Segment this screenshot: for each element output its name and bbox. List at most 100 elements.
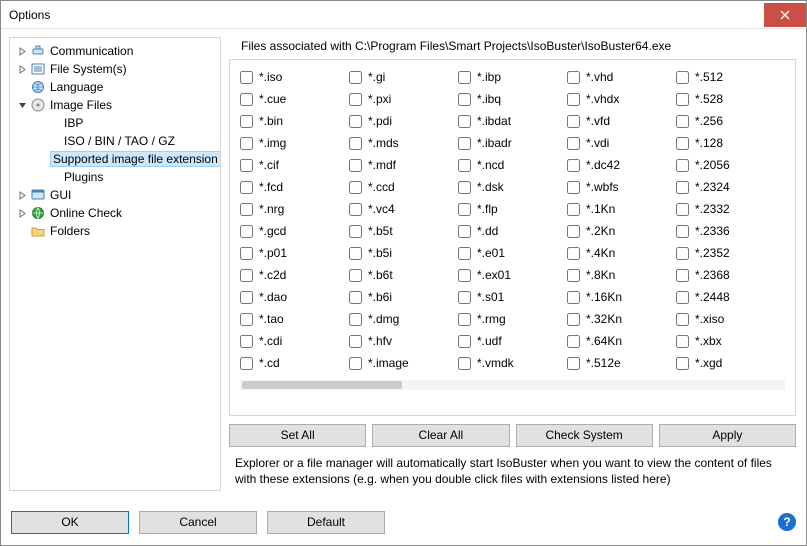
ext-item[interactable]: *.16Kn	[567, 286, 676, 308]
close-button[interactable]	[764, 3, 806, 27]
ext-item[interactable]: *.vdi	[567, 132, 676, 154]
chevron-right-icon[interactable]	[16, 65, 28, 74]
chevron-right-icon[interactable]	[16, 209, 28, 218]
ext-item[interactable]: *.ibdat	[458, 110, 567, 132]
ext-item[interactable]: *.2448	[676, 286, 785, 308]
ext-item[interactable]: *.2336	[676, 220, 785, 242]
ext-item[interactable]: *.vmdk	[458, 352, 567, 374]
ext-item[interactable]: *.128	[676, 132, 785, 154]
ext-item[interactable]: *.dc42	[567, 154, 676, 176]
ext-checkbox[interactable]	[349, 181, 362, 194]
ext-item[interactable]: *.fcd	[240, 176, 349, 198]
ext-checkbox[interactable]	[567, 313, 580, 326]
ext-checkbox[interactable]	[240, 137, 253, 150]
ext-item[interactable]: *.ex01	[458, 264, 567, 286]
chevron-right-icon[interactable]	[16, 191, 28, 200]
ext-item[interactable]: *.2368	[676, 264, 785, 286]
ext-item[interactable]: *.512	[676, 66, 785, 88]
ext-checkbox[interactable]	[349, 159, 362, 172]
help-icon[interactable]: ?	[778, 513, 796, 531]
ext-checkbox[interactable]	[349, 335, 362, 348]
ext-item[interactable]: *.hfv	[349, 330, 458, 352]
ext-item[interactable]: *.2056	[676, 154, 785, 176]
ext-checkbox[interactable]	[458, 313, 471, 326]
ext-checkbox[interactable]	[676, 115, 689, 128]
ext-checkbox[interactable]	[240, 247, 253, 260]
ext-checkbox[interactable]	[676, 335, 689, 348]
ext-checkbox[interactable]	[567, 269, 580, 282]
ext-horizontal-scrollbar[interactable]	[240, 380, 785, 390]
ext-checkbox[interactable]	[567, 291, 580, 304]
ext-item[interactable]: *.cif	[240, 154, 349, 176]
ext-checkbox[interactable]	[240, 71, 253, 84]
ext-checkbox[interactable]	[349, 357, 362, 370]
tree-item-plugins[interactable]: Plugins	[12, 168, 218, 186]
ext-checkbox[interactable]	[458, 181, 471, 194]
ext-item[interactable]: *.b6i	[349, 286, 458, 308]
ext-item[interactable]: *.vc4	[349, 198, 458, 220]
ext-checkbox[interactable]	[676, 181, 689, 194]
set-all-button[interactable]: Set All	[229, 424, 366, 447]
ext-checkbox[interactable]	[567, 115, 580, 128]
ext-checkbox[interactable]	[676, 357, 689, 370]
cancel-button[interactable]: Cancel	[139, 511, 257, 534]
ext-checkbox[interactable]	[458, 159, 471, 172]
ext-item[interactable]: *.gi	[349, 66, 458, 88]
ext-item[interactable]: *.rmg	[458, 308, 567, 330]
ext-item[interactable]: *.image	[349, 352, 458, 374]
ext-checkbox[interactable]	[458, 93, 471, 106]
ext-checkbox[interactable]	[676, 93, 689, 106]
ext-checkbox[interactable]	[349, 137, 362, 150]
ext-item[interactable]: *.64Kn	[567, 330, 676, 352]
ext-item[interactable]: *.ibq	[458, 88, 567, 110]
ext-item[interactable]: *.cdi	[240, 330, 349, 352]
ext-item[interactable]: *.32Kn	[567, 308, 676, 330]
ext-checkbox[interactable]	[676, 225, 689, 238]
ext-checkbox[interactable]	[676, 313, 689, 326]
ext-checkbox[interactable]	[567, 247, 580, 260]
ext-checkbox[interactable]	[240, 291, 253, 304]
ext-checkbox[interactable]	[567, 159, 580, 172]
ext-checkbox[interactable]	[458, 247, 471, 260]
tree-item-iso[interactable]: ISO / BIN / TAO / GZ	[12, 132, 218, 150]
ext-item[interactable]: *.256	[676, 110, 785, 132]
ext-item[interactable]: *.xiso	[676, 308, 785, 330]
ext-checkbox[interactable]	[349, 225, 362, 238]
ext-checkbox[interactable]	[676, 137, 689, 150]
ext-checkbox[interactable]	[240, 313, 253, 326]
ext-checkbox[interactable]	[240, 181, 253, 194]
ok-button[interactable]: OK	[11, 511, 129, 534]
ext-checkbox[interactable]	[567, 203, 580, 216]
tree-item-folders[interactable]: Folders	[12, 222, 218, 240]
default-button[interactable]: Default	[267, 511, 385, 534]
ext-checkbox[interactable]	[567, 357, 580, 370]
ext-item[interactable]: *.c2d	[240, 264, 349, 286]
ext-checkbox[interactable]	[676, 269, 689, 282]
ext-item[interactable]: *.b5i	[349, 242, 458, 264]
ext-item[interactable]: *.wbfs	[567, 176, 676, 198]
ext-checkbox[interactable]	[349, 115, 362, 128]
ext-item[interactable]: *.2332	[676, 198, 785, 220]
ext-checkbox[interactable]	[567, 225, 580, 238]
ext-item[interactable]: *.8Kn	[567, 264, 676, 286]
ext-item[interactable]: *.b6t	[349, 264, 458, 286]
ext-item[interactable]: *.pxi	[349, 88, 458, 110]
ext-checkbox[interactable]	[567, 335, 580, 348]
ext-checkbox[interactable]	[349, 247, 362, 260]
ext-checkbox[interactable]	[458, 137, 471, 150]
ext-checkbox[interactable]	[676, 247, 689, 260]
ext-item[interactable]: *.512e	[567, 352, 676, 374]
ext-item[interactable]: *.p01	[240, 242, 349, 264]
ext-checkbox[interactable]	[240, 357, 253, 370]
ext-checkbox[interactable]	[240, 159, 253, 172]
ext-checkbox[interactable]	[458, 115, 471, 128]
tree-item-imagefiles[interactable]: Image Files	[12, 96, 218, 114]
ext-item[interactable]: *.2Kn	[567, 220, 676, 242]
ext-checkbox[interactable]	[567, 93, 580, 106]
ext-item[interactable]: *.tao	[240, 308, 349, 330]
ext-item[interactable]: *.2352	[676, 242, 785, 264]
ext-item[interactable]: *.dao	[240, 286, 349, 308]
ext-checkbox[interactable]	[240, 93, 253, 106]
ext-checkbox[interactable]	[458, 71, 471, 84]
ext-item[interactable]: *.img	[240, 132, 349, 154]
